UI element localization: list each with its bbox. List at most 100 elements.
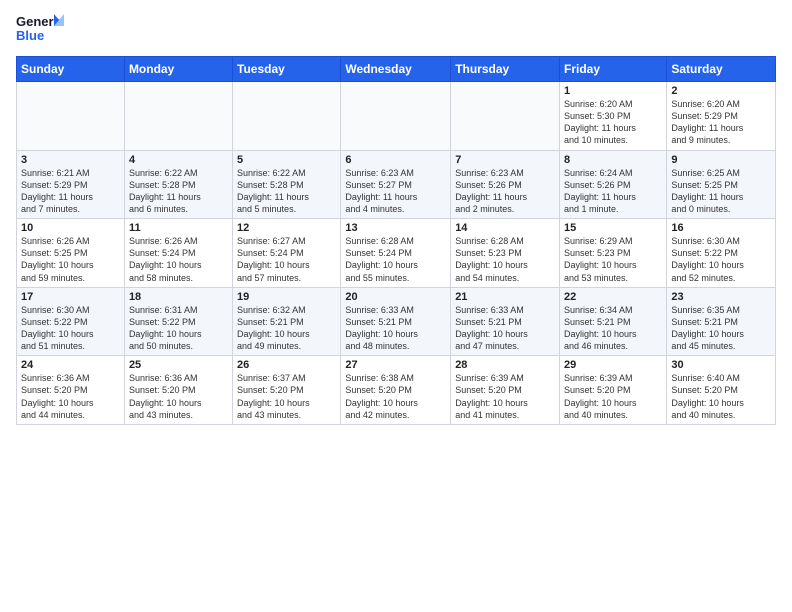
day-number: 28 — [455, 359, 555, 371]
day-number: 8 — [564, 154, 662, 166]
day-number: 23 — [671, 291, 771, 303]
day-info: Sunrise: 6:30 AM Sunset: 5:22 PM Dayligh… — [21, 304, 120, 353]
calendar-cell: 24Sunrise: 6:36 AM Sunset: 5:20 PM Dayli… — [17, 356, 125, 425]
day-info: Sunrise: 6:36 AM Sunset: 5:20 PM Dayligh… — [129, 372, 228, 421]
calendar-header-thursday: Thursday — [451, 57, 560, 82]
calendar-cell: 2Sunrise: 6:20 AM Sunset: 5:29 PM Daylig… — [667, 82, 776, 151]
calendar-cell: 10Sunrise: 6:26 AM Sunset: 5:25 PM Dayli… — [17, 219, 125, 288]
day-info: Sunrise: 6:37 AM Sunset: 5:20 PM Dayligh… — [237, 372, 336, 421]
main-container: GeneralBlue SundayMondayTuesdayWednesday… — [0, 0, 792, 612]
day-number: 13 — [345, 222, 446, 234]
calendar-cell — [124, 82, 232, 151]
day-info: Sunrise: 6:28 AM Sunset: 5:23 PM Dayligh… — [455, 235, 555, 284]
day-number: 2 — [671, 85, 771, 97]
calendar-header-friday: Friday — [560, 57, 667, 82]
day-info: Sunrise: 6:33 AM Sunset: 5:21 PM Dayligh… — [455, 304, 555, 353]
header-row: GeneralBlue — [16, 12, 776, 48]
day-info: Sunrise: 6:32 AM Sunset: 5:21 PM Dayligh… — [237, 304, 336, 353]
calendar-cell: 19Sunrise: 6:32 AM Sunset: 5:21 PM Dayli… — [233, 287, 341, 356]
calendar-cell — [341, 82, 451, 151]
day-info: Sunrise: 6:20 AM Sunset: 5:29 PM Dayligh… — [671, 98, 771, 147]
calendar-cell: 9Sunrise: 6:25 AM Sunset: 5:25 PM Daylig… — [667, 150, 776, 219]
calendar-cell: 16Sunrise: 6:30 AM Sunset: 5:22 PM Dayli… — [667, 219, 776, 288]
day-info: Sunrise: 6:23 AM Sunset: 5:26 PM Dayligh… — [455, 167, 555, 216]
day-number: 16 — [671, 222, 771, 234]
calendar-cell: 29Sunrise: 6:39 AM Sunset: 5:20 PM Dayli… — [560, 356, 667, 425]
calendar-cell: 17Sunrise: 6:30 AM Sunset: 5:22 PM Dayli… — [17, 287, 125, 356]
calendar-cell: 1Sunrise: 6:20 AM Sunset: 5:30 PM Daylig… — [560, 82, 667, 151]
day-number: 29 — [564, 359, 662, 371]
day-info: Sunrise: 6:27 AM Sunset: 5:24 PM Dayligh… — [237, 235, 336, 284]
day-number: 25 — [129, 359, 228, 371]
day-info: Sunrise: 6:38 AM Sunset: 5:20 PM Dayligh… — [345, 372, 446, 421]
calendar-cell: 21Sunrise: 6:33 AM Sunset: 5:21 PM Dayli… — [451, 287, 560, 356]
day-number: 19 — [237, 291, 336, 303]
calendar-cell: 7Sunrise: 6:23 AM Sunset: 5:26 PM Daylig… — [451, 150, 560, 219]
day-info: Sunrise: 6:31 AM Sunset: 5:22 PM Dayligh… — [129, 304, 228, 353]
logo-icon: GeneralBlue — [16, 12, 66, 48]
day-info: Sunrise: 6:28 AM Sunset: 5:24 PM Dayligh… — [345, 235, 446, 284]
day-number: 20 — [345, 291, 446, 303]
day-number: 9 — [671, 154, 771, 166]
calendar-cell: 25Sunrise: 6:36 AM Sunset: 5:20 PM Dayli… — [124, 356, 232, 425]
day-number: 3 — [21, 154, 120, 166]
calendar-cell: 20Sunrise: 6:33 AM Sunset: 5:21 PM Dayli… — [341, 287, 451, 356]
calendar-cell: 5Sunrise: 6:22 AM Sunset: 5:28 PM Daylig… — [233, 150, 341, 219]
day-number: 30 — [671, 359, 771, 371]
day-info: Sunrise: 6:40 AM Sunset: 5:20 PM Dayligh… — [671, 372, 771, 421]
day-number: 12 — [237, 222, 336, 234]
day-info: Sunrise: 6:39 AM Sunset: 5:20 PM Dayligh… — [455, 372, 555, 421]
day-info: Sunrise: 6:24 AM Sunset: 5:26 PM Dayligh… — [564, 167, 662, 216]
calendar-header-row: SundayMondayTuesdayWednesdayThursdayFrid… — [17, 57, 776, 82]
day-info: Sunrise: 6:25 AM Sunset: 5:25 PM Dayligh… — [671, 167, 771, 216]
day-number: 4 — [129, 154, 228, 166]
day-info: Sunrise: 6:20 AM Sunset: 5:30 PM Dayligh… — [564, 98, 662, 147]
calendar-cell: 22Sunrise: 6:34 AM Sunset: 5:21 PM Dayli… — [560, 287, 667, 356]
calendar-cell: 12Sunrise: 6:27 AM Sunset: 5:24 PM Dayli… — [233, 219, 341, 288]
calendar-week-0: 1Sunrise: 6:20 AM Sunset: 5:30 PM Daylig… — [17, 82, 776, 151]
day-number: 22 — [564, 291, 662, 303]
day-info: Sunrise: 6:23 AM Sunset: 5:27 PM Dayligh… — [345, 167, 446, 216]
calendar-cell: 28Sunrise: 6:39 AM Sunset: 5:20 PM Dayli… — [451, 356, 560, 425]
calendar-cell: 23Sunrise: 6:35 AM Sunset: 5:21 PM Dayli… — [667, 287, 776, 356]
calendar-header-tuesday: Tuesday — [233, 57, 341, 82]
day-info: Sunrise: 6:39 AM Sunset: 5:20 PM Dayligh… — [564, 372, 662, 421]
day-number: 15 — [564, 222, 662, 234]
calendar-cell — [233, 82, 341, 151]
day-number: 21 — [455, 291, 555, 303]
calendar-week-4: 24Sunrise: 6:36 AM Sunset: 5:20 PM Dayli… — [17, 356, 776, 425]
calendar-cell: 6Sunrise: 6:23 AM Sunset: 5:27 PM Daylig… — [341, 150, 451, 219]
day-number: 7 — [455, 154, 555, 166]
day-number: 14 — [455, 222, 555, 234]
calendar-cell: 8Sunrise: 6:24 AM Sunset: 5:26 PM Daylig… — [560, 150, 667, 219]
calendar-cell: 14Sunrise: 6:28 AM Sunset: 5:23 PM Dayli… — [451, 219, 560, 288]
day-number: 10 — [21, 222, 120, 234]
day-info: Sunrise: 6:34 AM Sunset: 5:21 PM Dayligh… — [564, 304, 662, 353]
svg-text:Blue: Blue — [16, 28, 44, 43]
day-number: 27 — [345, 359, 446, 371]
day-number: 17 — [21, 291, 120, 303]
calendar-header-sunday: Sunday — [17, 57, 125, 82]
day-number: 5 — [237, 154, 336, 166]
day-info: Sunrise: 6:26 AM Sunset: 5:24 PM Dayligh… — [129, 235, 228, 284]
day-number: 26 — [237, 359, 336, 371]
calendar-cell: 4Sunrise: 6:22 AM Sunset: 5:28 PM Daylig… — [124, 150, 232, 219]
calendar-header-monday: Monday — [124, 57, 232, 82]
day-number: 11 — [129, 222, 228, 234]
calendar-week-2: 10Sunrise: 6:26 AM Sunset: 5:25 PM Dayli… — [17, 219, 776, 288]
day-info: Sunrise: 6:29 AM Sunset: 5:23 PM Dayligh… — [564, 235, 662, 284]
day-info: Sunrise: 6:26 AM Sunset: 5:25 PM Dayligh… — [21, 235, 120, 284]
calendar-week-1: 3Sunrise: 6:21 AM Sunset: 5:29 PM Daylig… — [17, 150, 776, 219]
day-number: 18 — [129, 291, 228, 303]
calendar-table: SundayMondayTuesdayWednesdayThursdayFrid… — [16, 56, 776, 425]
calendar-header-saturday: Saturday — [667, 57, 776, 82]
day-info: Sunrise: 6:35 AM Sunset: 5:21 PM Dayligh… — [671, 304, 771, 353]
calendar-cell — [17, 82, 125, 151]
calendar-cell: 11Sunrise: 6:26 AM Sunset: 5:24 PM Dayli… — [124, 219, 232, 288]
day-info: Sunrise: 6:22 AM Sunset: 5:28 PM Dayligh… — [237, 167, 336, 216]
day-info: Sunrise: 6:36 AM Sunset: 5:20 PM Dayligh… — [21, 372, 120, 421]
calendar-cell: 27Sunrise: 6:38 AM Sunset: 5:20 PM Dayli… — [341, 356, 451, 425]
calendar-cell: 30Sunrise: 6:40 AM Sunset: 5:20 PM Dayli… — [667, 356, 776, 425]
calendar-week-3: 17Sunrise: 6:30 AM Sunset: 5:22 PM Dayli… — [17, 287, 776, 356]
calendar-cell: 18Sunrise: 6:31 AM Sunset: 5:22 PM Dayli… — [124, 287, 232, 356]
